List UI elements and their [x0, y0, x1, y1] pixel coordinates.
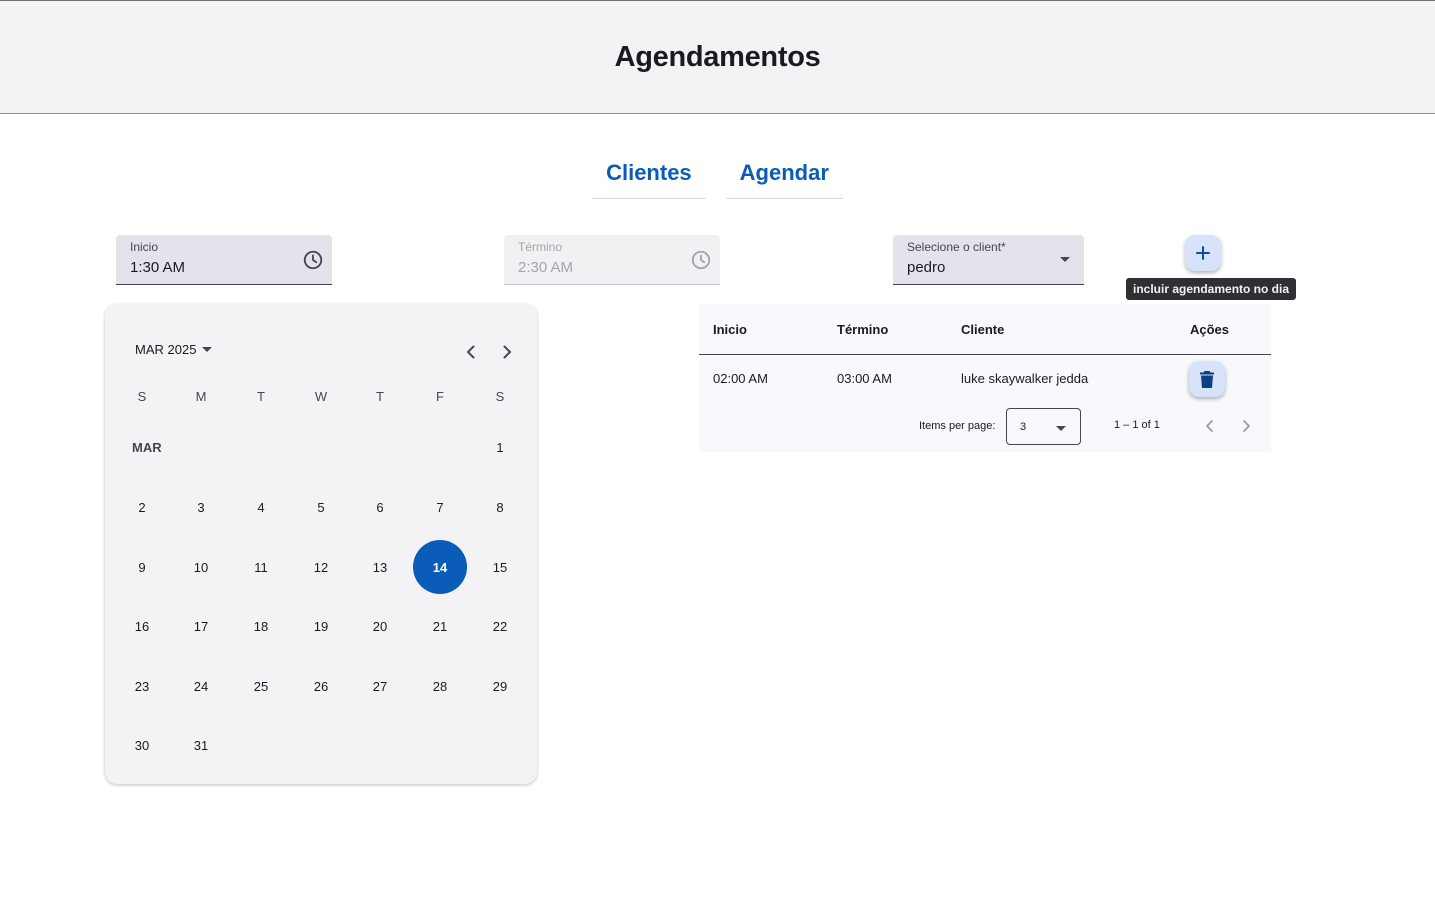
calendar-day[interactable]: 18 — [234, 599, 288, 653]
client-select[interactable]: Selecione o client* pedro — [893, 235, 1084, 285]
clock-icon — [691, 250, 711, 270]
column-header-inicio: Inicio — [713, 322, 747, 337]
calendar-day[interactable]: 16 — [115, 599, 169, 653]
calendar-day-selected[interactable]: 14 — [413, 540, 467, 594]
weekday-header: W — [314, 388, 328, 404]
chevron-right-icon[interactable] — [1234, 414, 1258, 438]
items-per-page-select[interactable]: 3 — [1006, 408, 1081, 445]
weekday-header: T — [376, 388, 384, 404]
client-select-value: pedro — [907, 259, 946, 276]
client-select-label: Selecione o client* — [907, 240, 1006, 254]
weekday-header: M — [195, 388, 207, 404]
weekday-header: F — [436, 388, 444, 404]
column-header-cliente: Cliente — [961, 322, 1005, 337]
calendar-day[interactable]: 6 — [353, 480, 407, 534]
calendar-day[interactable]: 30 — [115, 718, 169, 772]
calendar: MAR 2025 MAR S M T W T F S 1 2 3 4 5 6 7 8 9 10 11 12 13 14 1… — [105, 304, 537, 784]
column-header-acoes: Ações — [1190, 322, 1230, 337]
chevron-down-icon — [1060, 257, 1070, 262]
plus-icon — [1196, 246, 1210, 260]
delete-appointment-button[interactable] — [1189, 361, 1225, 397]
chevron-right-icon[interactable] — [495, 340, 519, 364]
selected-day-indicator: 14 — [413, 540, 467, 594]
end-time-value: 2:30 AM — [518, 259, 574, 276]
chevron-left-icon[interactable] — [1198, 414, 1222, 438]
calendar-day[interactable]: 26 — [294, 659, 348, 713]
calendar-day[interactable]: 22 — [473, 599, 527, 653]
calendar-day[interactable]: 21 — [413, 599, 467, 653]
start-time-value: 1:30 AM — [130, 259, 186, 276]
calendar-day[interactable]: 15 — [473, 540, 527, 594]
items-per-page-value: 3 — [1020, 421, 1027, 433]
weekday-header: T — [257, 388, 265, 404]
calendar-day[interactable]: 20 — [353, 599, 407, 653]
nav-tab-agendar[interactable]: Agendar — [725, 150, 843, 199]
end-time-label: Término — [518, 240, 563, 254]
table-header-row: Inicio Término Cliente Ações — [699, 304, 1271, 355]
column-header-termino: Término — [837, 322, 889, 337]
caret-down-icon — [202, 347, 213, 352]
row-start-cell: 02:00 AM — [713, 371, 768, 386]
app-header: Agendamentos — [0, 0, 1435, 114]
add-appointment-tooltip: incluir agendamento no dia — [1126, 278, 1297, 300]
nav-tabs: Clientes Agendar — [0, 150, 1435, 199]
weekday-header: S — [495, 388, 505, 404]
calendar-day[interactable]: 4 — [234, 480, 288, 534]
items-per-page-label: Items per page: — [919, 420, 996, 432]
calendar-day[interactable]: 11 — [234, 540, 288, 594]
calendar-day[interactable]: 12 — [294, 540, 348, 594]
page-title: Agendamentos — [614, 40, 821, 73]
calendar-day[interactable]: 5 — [294, 480, 348, 534]
chevron-down-icon — [1056, 426, 1066, 431]
calendar-period-label: MAR 2025 — [135, 342, 197, 357]
add-appointment-button[interactable] — [1185, 235, 1221, 271]
trash-icon — [1200, 370, 1214, 388]
calendar-month-label: MAR — [132, 440, 162, 455]
calendar-day[interactable]: 25 — [234, 659, 288, 713]
end-time-field: Término 2:30 AM — [504, 235, 720, 285]
calendar-day[interactable]: 24 — [174, 659, 228, 713]
calendar-day[interactable]: 28 — [413, 659, 467, 713]
calendar-day[interactable]: 31 — [174, 718, 228, 772]
calendar-day[interactable]: 1 — [473, 420, 527, 474]
calendar-period-button[interactable]: MAR 2025 — [135, 342, 213, 357]
calendar-day[interactable]: 13 — [353, 540, 407, 594]
calendar-day[interactable]: 29 — [473, 659, 527, 713]
paginator-range: 1 – 1 of 1 — [1114, 419, 1160, 431]
calendar-day[interactable]: 2 — [115, 480, 169, 534]
row-client-cell: luke skaywalker jedda — [961, 371, 1089, 386]
start-time-field[interactable]: Inicio 1:30 AM — [116, 235, 332, 285]
calendar-day[interactable]: 9 — [115, 540, 169, 594]
calendar-day[interactable]: 3 — [174, 480, 228, 534]
start-time-label: Inicio — [130, 240, 159, 254]
calendar-day[interactable]: 10 — [174, 540, 228, 594]
calendar-day[interactable]: 27 — [353, 659, 407, 713]
calendar-day[interactable]: 8 — [473, 480, 527, 534]
appointments-table: Inicio Término Cliente Ações 02:00 AM 03… — [699, 304, 1271, 452]
calendar-day[interactable]: 7 — [413, 480, 467, 534]
weekday-header: S — [137, 388, 147, 404]
calendar-day[interactable]: 17 — [174, 599, 228, 653]
nav-tab-clientes[interactable]: Clientes — [592, 150, 706, 199]
row-end-cell: 03:00 AM — [837, 371, 892, 386]
clock-icon[interactable] — [302, 249, 324, 271]
calendar-day[interactable]: 19 — [294, 599, 348, 653]
chevron-left-icon[interactable] — [459, 340, 483, 364]
calendar-day[interactable]: 23 — [115, 659, 169, 713]
